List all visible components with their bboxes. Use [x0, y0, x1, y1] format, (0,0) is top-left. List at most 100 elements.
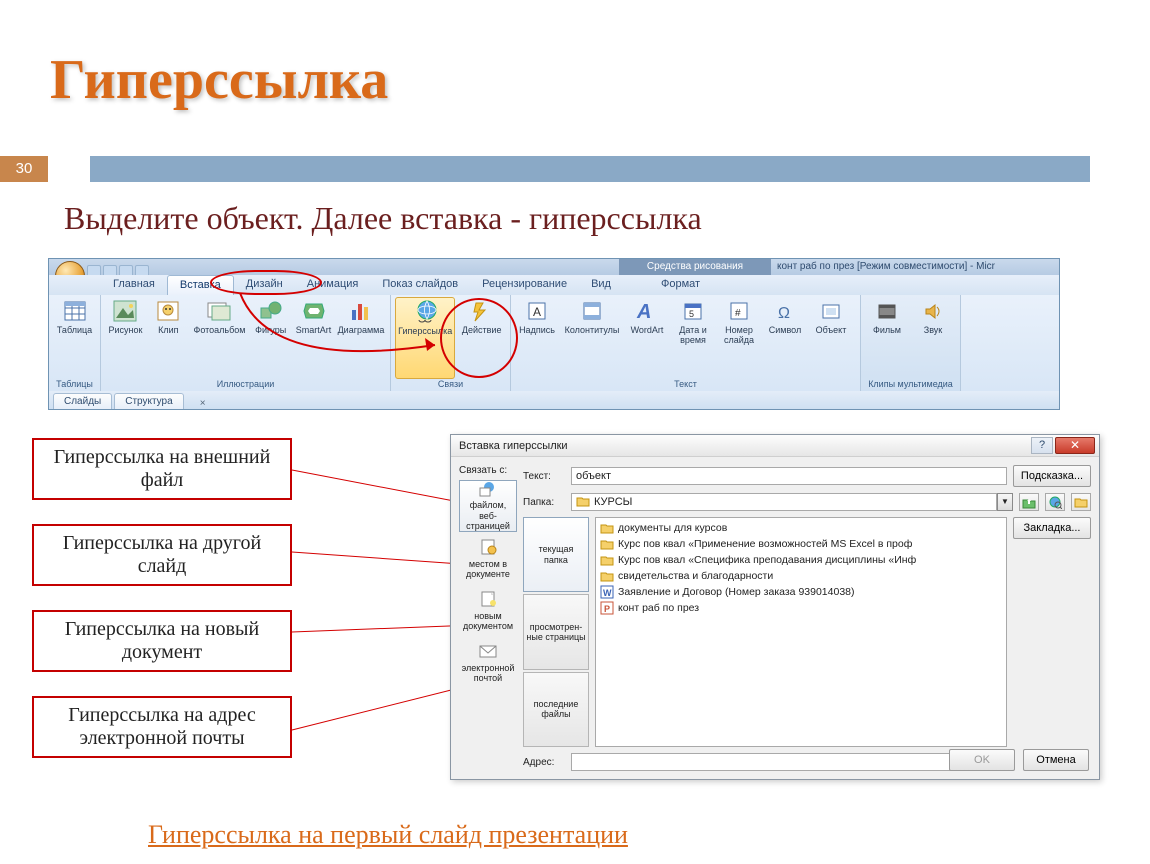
- tab-view[interactable]: Вид: [579, 275, 623, 295]
- list-item[interactable]: документы для курсов: [598, 520, 1004, 536]
- tab-animation[interactable]: Анимация: [295, 275, 371, 295]
- action-icon: [470, 299, 494, 323]
- address-field[interactable]: [571, 753, 991, 771]
- btn-hyperlink[interactable]: Гиперссылка: [395, 297, 455, 379]
- list-item[interactable]: Pконт раб по през: [598, 600, 1004, 616]
- folder-icon: [600, 537, 614, 551]
- btn-datetime[interactable]: 5Дата и время: [671, 297, 715, 379]
- list-item[interactable]: Курс пов квал «Применение возможностей M…: [598, 536, 1004, 552]
- group-label: Таблицы: [53, 379, 96, 391]
- btn-clip[interactable]: Клип: [148, 297, 189, 379]
- group-text: AНадпись Колонтитулы AWordArt 5Дата и вр…: [511, 295, 861, 391]
- panel-close[interactable]: ×: [194, 398, 212, 409]
- btn-textbox[interactable]: AНадпись: [515, 297, 559, 379]
- list-item[interactable]: WЗаявление и Договор (Номер заказа 93901…: [598, 584, 1004, 600]
- btn-movie[interactable]: Фильм: [865, 297, 909, 379]
- chart-icon: [349, 299, 373, 323]
- group-links: Гиперссылка Действие Связи: [391, 295, 511, 391]
- movie-icon: [875, 299, 899, 323]
- btn-label: WordArt: [631, 325, 664, 335]
- svg-text:#: #: [735, 308, 741, 319]
- browse-web-button[interactable]: [1045, 493, 1065, 511]
- bookmark-button[interactable]: Закладка...: [1013, 517, 1091, 539]
- up-folder-button[interactable]: [1019, 493, 1039, 511]
- panel-tab-slides[interactable]: Слайды: [53, 393, 112, 409]
- btn-label: Символ: [769, 325, 801, 335]
- dialog-close-button[interactable]: ✕: [1055, 437, 1095, 454]
- btn-table[interactable]: Таблица: [53, 297, 96, 379]
- view-browsed-pages[interactable]: просмотрен-ные страницы: [523, 594, 589, 669]
- smartart-icon: [302, 299, 326, 323]
- btn-symbol[interactable]: Ω Символ: [763, 297, 807, 379]
- ok-button[interactable]: OK: [949, 749, 1015, 771]
- bottom-hyperlink[interactable]: Гиперссылка на первый слайд презентации: [148, 820, 628, 850]
- instruction-text: Выделите объект. Далее вставка - гиперсс…: [64, 200, 702, 237]
- btn-headerfooter[interactable]: Колонтитулы: [561, 297, 623, 379]
- view-current-folder[interactable]: текущая папка: [523, 517, 589, 592]
- btn-slidenumber[interactable]: #Номер слайда: [717, 297, 761, 379]
- dialog-title: Вставка гиперссылки: [459, 440, 1031, 452]
- symbol-icon: Ω: [773, 299, 797, 323]
- btn-wordart[interactable]: AWordArt: [625, 297, 669, 379]
- tooltip-button[interactable]: Подсказка...: [1013, 465, 1091, 487]
- linkopt-new-doc[interactable]: новым документом: [459, 584, 517, 636]
- folder-icon: [576, 495, 590, 510]
- contextual-tab-title: Средства рисования: [619, 259, 771, 275]
- dialog-titlebar: Вставка гиперссылки ? ✕: [451, 435, 1099, 457]
- group-media: Фильм Звук Клипы мультимедиа: [861, 295, 961, 391]
- panel-tab-outline[interactable]: Структура: [114, 393, 183, 409]
- newdoc-icon: [477, 589, 499, 609]
- tab-design[interactable]: Дизайн: [234, 275, 295, 295]
- place-icon: [477, 537, 499, 557]
- tab-review[interactable]: Рецензирование: [470, 275, 579, 295]
- linkopt-email[interactable]: электронной почтой: [459, 636, 517, 688]
- address-label: Адрес:: [523, 757, 565, 768]
- btn-smartart[interactable]: SmartArt: [293, 297, 334, 379]
- group-tables: Таблица Таблицы: [49, 295, 101, 391]
- folder-dropdown[interactable]: ▼: [997, 493, 1013, 511]
- view-recent-files[interactable]: последние файлы: [523, 672, 589, 747]
- text-field[interactable]: объект: [571, 467, 1007, 485]
- btn-label: Фигуры: [255, 325, 286, 335]
- ribbon-tabs: Главная Вставка Дизайн Анимация Показ сл…: [49, 275, 1059, 295]
- file-name: конт раб по през: [618, 602, 699, 614]
- btn-sound[interactable]: Звук: [911, 297, 955, 379]
- btn-shapes[interactable]: Фигуры: [250, 297, 291, 379]
- headerfooter-icon: [580, 299, 604, 323]
- panel-tabstrip: Слайды Структура ×: [49, 391, 1059, 409]
- slide-title: Гиперссылка: [50, 48, 388, 112]
- btn-object[interactable]: Объект: [809, 297, 853, 379]
- cancel-button[interactable]: Отмена: [1023, 749, 1089, 771]
- hyperlink-icon: [413, 300, 437, 324]
- folder-combo[interactable]: КУРСЫ: [571, 493, 997, 511]
- tab-format[interactable]: Формат: [649, 275, 712, 295]
- tab-home[interactable]: Главная: [101, 275, 167, 295]
- dialog-right-buttons: Закладка...: [1013, 517, 1091, 747]
- object-icon: [819, 299, 843, 323]
- photoalbum-icon: [207, 299, 231, 323]
- list-item[interactable]: Курс пов квал «Специфика преподавания ди…: [598, 552, 1004, 568]
- tab-insert[interactable]: Вставка: [167, 275, 234, 295]
- view-column: текущая папка просмотрен-ные страницы по…: [523, 517, 589, 747]
- folder-value: КУРСЫ: [594, 496, 632, 508]
- browse-file-button[interactable]: [1071, 493, 1091, 511]
- linkopt-place-in-doc[interactable]: местом в документе: [459, 532, 517, 584]
- link-with-column: Связать с: файлом, веб-страницей местом …: [459, 465, 517, 771]
- svg-text:W: W: [603, 588, 612, 598]
- btn-label: Действие: [462, 325, 502, 335]
- group-label: Связи: [395, 379, 506, 391]
- tab-slideshow[interactable]: Показ слайдов: [370, 275, 470, 295]
- btn-photoalbum[interactable]: Фотоальбом: [191, 297, 248, 379]
- insert-hyperlink-dialog: Вставка гиперссылки ? ✕ Связать с: файло…: [450, 434, 1100, 780]
- dialog-help-button[interactable]: ?: [1031, 437, 1053, 454]
- linkopt-file-web[interactable]: файлом, веб-страницей: [459, 480, 517, 532]
- btn-picture[interactable]: Рисунок: [105, 297, 146, 379]
- file-name: свидетельства и благодарности: [618, 570, 773, 582]
- file-list[interactable]: документы для курсов Курс пов квал «Прим…: [595, 517, 1007, 747]
- svg-text:A: A: [533, 305, 541, 319]
- list-item[interactable]: свидетельства и благодарности: [598, 568, 1004, 584]
- btn-chart[interactable]: Диаграмма: [336, 297, 386, 379]
- table-icon: [63, 299, 87, 323]
- slide-number: 30: [0, 156, 48, 182]
- btn-action[interactable]: Действие: [457, 297, 506, 379]
